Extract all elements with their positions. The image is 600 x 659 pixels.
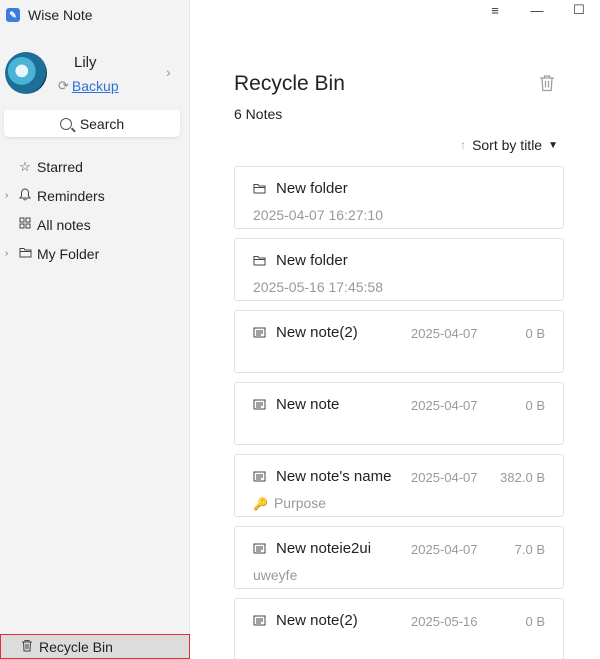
card-title: New note(2) — [276, 324, 358, 341]
trash-icon-svg — [540, 75, 554, 92]
card-date: 2025-05-16 — [411, 614, 478, 629]
sidebar-item-my-folder[interactable]: › My Folder — [0, 239, 190, 268]
menu-icon[interactable]: ≡ — [474, 3, 516, 18]
sort-control[interactable]: ↑ Sort by title ▼ — [460, 137, 558, 153]
avatar[interactable] — [5, 52, 47, 94]
backup-row[interactable]: ⟳ Backup — [58, 78, 119, 94]
sidebar-nav: ☆ Starred › Reminders All notes › My Fol… — [0, 152, 190, 268]
minimize-icon[interactable]: — — [516, 3, 558, 18]
backup-link[interactable]: Backup — [72, 78, 119, 94]
note-list: New folder 2025-04-07 16:27:10 New folder 2… — [234, 166, 564, 659]
trash-icon-svg — [22, 639, 32, 651]
note-icon — [253, 325, 266, 338]
sidebar-item-label: Recycle Bin — [39, 638, 113, 655]
page-title: Recycle Bin — [234, 72, 345, 95]
empty-trash-icon[interactable] — [539, 74, 555, 92]
bell-icon — [17, 187, 33, 204]
caret-down-icon: ▼ — [548, 139, 558, 151]
search-label: Search — [79, 115, 125, 132]
note-card[interactable]: New note 2025-04-07 0 B — [234, 382, 564, 445]
note-icon — [253, 397, 266, 410]
note-icon — [253, 613, 266, 626]
note-card[interactable]: New note(2) 2025-05-16 0 B — [234, 598, 564, 659]
card-title: New note(2) — [276, 612, 358, 629]
folder-card[interactable]: New folder 2025-05-16 17:45:58 — [234, 238, 564, 301]
key-icon: 🔑 — [253, 497, 268, 511]
note-card[interactable]: New note's name 2025-04-07 382.0 B 🔑 Purpose — [234, 454, 564, 517]
sidebar-item-all-notes[interactable]: All notes — [0, 210, 190, 239]
card-title: New note's name — [276, 468, 392, 485]
card-title: New folder — [276, 180, 348, 197]
sort-label: Sort by title — [472, 137, 543, 153]
card-title: New folder — [276, 252, 348, 269]
card-subtitle-text: uweyfe — [253, 567, 298, 583]
grid-icon-svg — [19, 217, 31, 229]
search-icon — [59, 117, 72, 130]
folder-icon — [253, 181, 266, 194]
app-name: Wise Note — [28, 7, 93, 23]
bell-icon-svg — [19, 187, 31, 200]
sidebar-item-recycle-bin[interactable]: Recycle Bin — [0, 634, 190, 659]
search-button[interactable]: Search — [4, 110, 180, 137]
folder-icon — [17, 246, 33, 261]
card-subtitle: uweyfe — [253, 567, 297, 583]
note-icon — [253, 541, 266, 554]
card-size: 0 B — [525, 326, 545, 341]
app-title-bar: ✎ Wise Note — [0, 0, 190, 30]
profile-section[interactable]: Lily ⟳ Backup › — [0, 48, 190, 102]
sidebar: ✎ Wise Note Lily ⟳ Backup › Search ☆ Sta… — [0, 0, 190, 659]
star-icon: ☆ — [19, 158, 31, 174]
note-count: 6 Notes — [234, 106, 283, 122]
expand-caret-icon[interactable]: › — [5, 248, 8, 259]
card-date: 2025-04-07 — [411, 542, 478, 557]
note-card[interactable]: New note(2) 2025-04-07 0 B — [234, 310, 564, 373]
app-logo-icon: ✎ — [6, 8, 20, 22]
sidebar-item-label: Starred — [37, 158, 83, 175]
folder-icon — [253, 253, 266, 266]
card-date: 2025-04-07 — [411, 470, 478, 485]
expand-caret-icon[interactable]: › — [5, 190, 8, 201]
sidebar-item-starred[interactable]: ☆ Starred — [0, 152, 190, 181]
card-title: New noteie2ui — [276, 540, 372, 557]
card-subtitle-text: 2025-04-07 16:27:10 — [253, 207, 383, 223]
chevron-right-icon[interactable]: › — [166, 64, 171, 80]
card-size: 0 B — [525, 614, 545, 629]
sync-icon: ⟳ — [58, 78, 69, 93]
card-date: 2025-04-07 — [411, 326, 478, 341]
folder-card[interactable]: New folder 2025-04-07 16:27:10 — [234, 166, 564, 229]
card-subtitle: 2025-05-16 17:45:58 — [253, 279, 383, 295]
window-controls: ≡ — ☐ — [474, 0, 600, 20]
sidebar-item-label: Reminders — [37, 187, 105, 204]
card-title: New note — [276, 396, 340, 413]
sidebar-item-reminders[interactable]: › Reminders — [0, 181, 190, 210]
arrow-up-icon: ↑ — [460, 138, 467, 152]
grid-icon — [17, 217, 33, 232]
note-icon — [253, 469, 266, 482]
sidebar-item-label: My Folder — [37, 245, 100, 262]
folder-icon-svg — [19, 248, 31, 258]
trash-icon — [19, 639, 35, 655]
card-size: 7.0 B — [514, 542, 545, 557]
sidebar-item-label: All notes — [37, 216, 91, 233]
card-subtitle-text: Purpose — [273, 495, 327, 511]
card-subtitle: 2025-04-07 16:27:10 — [253, 207, 383, 223]
main-panel: ≡ — ☐ Recycle Bin 6 Notes ↑ Sort by titl… — [190, 0, 600, 659]
maximize-icon[interactable]: ☐ — [558, 2, 600, 18]
card-subtitle: 🔑 Purpose — [253, 495, 326, 511]
card-subtitle-text: 2025-05-16 17:45:58 — [253, 279, 383, 295]
note-card[interactable]: New noteie2ui 2025-04-07 7.0 B uweyfe — [234, 526, 564, 589]
card-date: 2025-04-07 — [411, 398, 478, 413]
card-size: 382.0 B — [500, 470, 545, 485]
card-size: 0 B — [525, 398, 545, 413]
username: Lily — [74, 54, 97, 71]
